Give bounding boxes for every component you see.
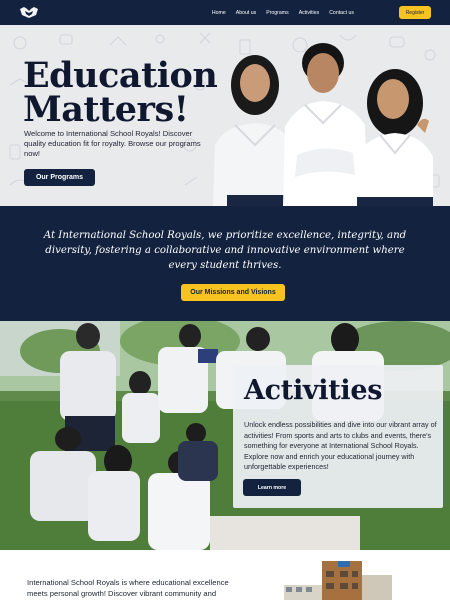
top-navbar: Home About us Programs Activities Contac… bbox=[0, 0, 450, 25]
mission-statement: At International School Royals, we prior… bbox=[43, 230, 407, 271]
hero-title: Education Matters! bbox=[23, 55, 223, 130]
mission-section: At International School Royals, we prior… bbox=[0, 206, 450, 321]
nav-links: Home About us Programs Activities Contac… bbox=[212, 0, 354, 25]
hero-description: Welcome to International School Royals! … bbox=[24, 129, 201, 158]
our-programs-button[interactable]: Our Programs bbox=[24, 169, 95, 186]
register-button[interactable]: Register bbox=[399, 6, 431, 19]
students-photo bbox=[213, 43, 433, 206]
nav-link-activities[interactable]: Activities bbox=[299, 10, 319, 16]
hero-section: Education Matters! Welcome to Internatio… bbox=[0, 25, 450, 206]
school-building-photo bbox=[278, 557, 408, 600]
about-text: International School Royals is where edu… bbox=[27, 578, 229, 598]
activities-card: Activities Unlock endless possibilities … bbox=[233, 365, 443, 508]
activities-section: Activities Unlock endless possibilities … bbox=[0, 321, 450, 550]
activities-description: Unlock endless possibilities and dive in… bbox=[244, 420, 437, 472]
learn-more-button[interactable]: Learn more bbox=[243, 479, 301, 496]
about-section: International School Royals is where edu… bbox=[0, 550, 450, 600]
hero-title-line1: Education bbox=[23, 55, 218, 96]
activities-title: Activities bbox=[244, 375, 383, 406]
hero-title-line2: Matters! bbox=[23, 89, 189, 130]
school-crest-logo-icon[interactable] bbox=[18, 5, 40, 20]
nav-link-contact[interactable]: Contact us bbox=[329, 10, 354, 16]
missions-visions-button[interactable]: Our Missions and Visions bbox=[181, 284, 285, 301]
nav-link-home[interactable]: Home bbox=[212, 10, 226, 16]
nav-link-programs[interactable]: Programs bbox=[266, 10, 289, 16]
nav-link-about[interactable]: About us bbox=[236, 10, 256, 16]
